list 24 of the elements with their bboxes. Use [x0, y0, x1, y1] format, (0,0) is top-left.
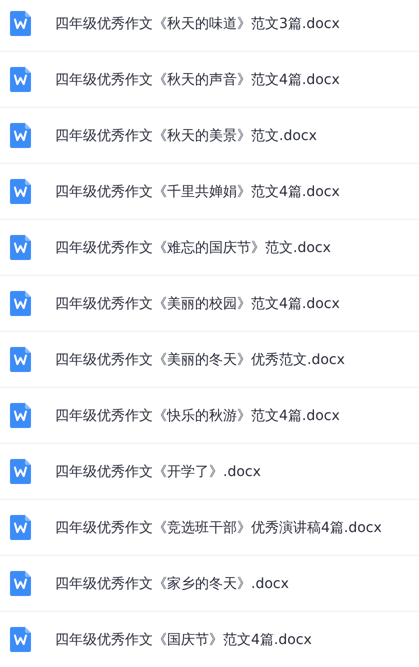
file-name[interactable]: 四年级优秀作文《美丽的冬天》优秀范文.docx — [55, 350, 345, 368]
word-document-icon — [10, 235, 31, 260]
word-document-icon — [10, 627, 31, 652]
file-name[interactable]: 四年级优秀作文《秋天的味道》范文3篇.docx — [55, 14, 340, 32]
file-name[interactable]: 四年级优秀作文《秋天的美景》范文.docx — [55, 126, 317, 144]
word-document-icon — [10, 515, 31, 540]
word-document-icon — [10, 123, 31, 148]
file-name[interactable]: 四年级优秀作文《美丽的校园》范文4篇.docx — [55, 294, 340, 312]
file-name[interactable]: 四年级优秀作文《难忘的国庆节》范文.docx — [55, 238, 331, 256]
word-document-icon — [10, 179, 31, 204]
file-name[interactable]: 四年级优秀作文《家乡的冬天》.docx — [55, 574, 289, 592]
word-document-icon — [10, 291, 31, 316]
word-document-icon — [10, 459, 31, 484]
file-name[interactable]: 四年级优秀作文《秋天的声音》范文4篇.docx — [55, 70, 340, 88]
file-name[interactable]: 四年级优秀作文《竞选班干部》优秀演讲稿4篇.docx — [55, 518, 382, 536]
word-document-icon — [10, 571, 31, 596]
word-document-icon — [10, 67, 31, 92]
file-name[interactable]: 四年级优秀作文《开学了》.docx — [55, 462, 261, 480]
word-document-icon — [10, 347, 31, 372]
file-name[interactable]: 四年级优秀作文《千里共婵娟》范文4篇.docx — [55, 182, 340, 200]
file-name[interactable]: 四年级优秀作文《快乐的秋游》范文4篇.docx — [55, 406, 340, 424]
word-document-icon — [10, 403, 31, 428]
file-name[interactable]: 四年级优秀作文《国庆节》范文4篇.docx — [55, 630, 312, 648]
word-document-icon — [10, 11, 31, 36]
